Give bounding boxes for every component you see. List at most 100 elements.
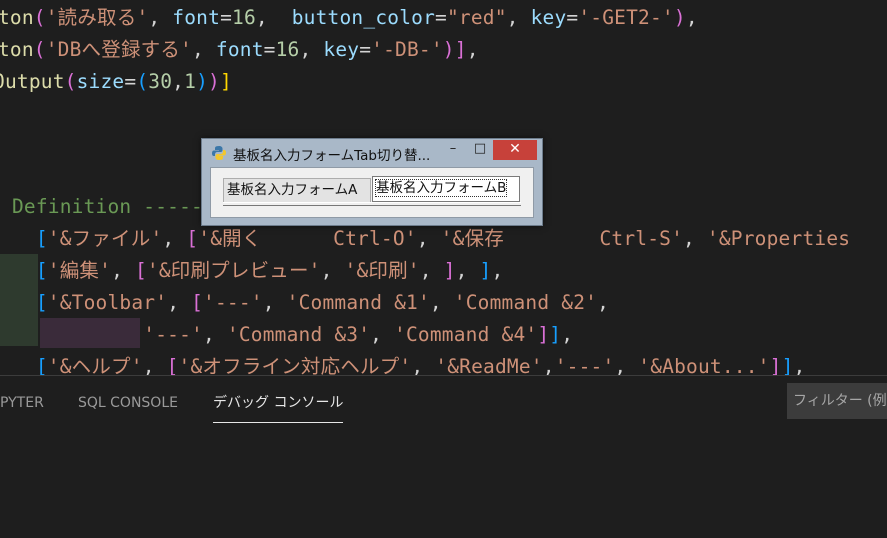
code-token: '&ファイル' (47, 227, 163, 250)
tab-sql-console[interactable]: SQL CONSOLE (78, 390, 178, 416)
tab-form-b[interactable]: 基板名入力フォームB (372, 176, 520, 202)
code-token: [ (191, 291, 204, 314)
code-token: 'Command &3' (226, 323, 371, 346)
code-token: ] (219, 70, 232, 93)
code-token: ] (769, 355, 782, 375)
code-token: '---' (203, 291, 263, 314)
window-titlebar[interactable]: 基板名入力フォームTab切り替... – □ ✕ (202, 139, 542, 167)
code-token: '&Properties (706, 227, 851, 250)
code-token: , (466, 38, 479, 61)
code-line: '---', 'Command &3', 'Command &4']], (0, 319, 573, 351)
code-token: font (215, 38, 264, 61)
code-line: tton('DBへ登録する', font=16, key='-DB-')], (0, 34, 479, 66)
code-token: , (167, 291, 192, 314)
tab-form-a[interactable]: 基板名入力フォームA (223, 178, 371, 202)
code-token: ) (208, 70, 220, 93)
minimize-button[interactable]: – (441, 140, 465, 160)
code-token: = (124, 70, 137, 93)
code-token: key (323, 38, 360, 61)
maximize-button[interactable]: □ (467, 140, 493, 160)
code-token: = (435, 6, 447, 29)
code-token: font (172, 6, 221, 29)
code-token: 'DBへ登録する' (45, 38, 192, 61)
code-token: , (162, 227, 187, 250)
code-line: ['&ファイル', ['&開く Ctrl-O', '&保存 Ctrl-S', '… (0, 223, 850, 255)
code-token: , (320, 259, 345, 282)
code-token: tton (0, 6, 34, 29)
code-token: ) (442, 38, 455, 61)
code-token: Definition ----- (11, 195, 203, 218)
code-token: , (491, 259, 504, 282)
code-token: [ (134, 259, 147, 282)
code-token: '&About...' (638, 355, 770, 375)
window-title: 基板名入力フォームTab切り替... (233, 148, 431, 164)
tab-debug-console[interactable]: デバッグ コンソール (213, 390, 344, 423)
code-token: [ (35, 227, 48, 250)
code-line: tton('読み取る', font=16, button_color="red"… (0, 2, 698, 34)
code-token: , (597, 291, 610, 314)
code-token: , (506, 6, 531, 29)
code-token: "red" (446, 6, 507, 29)
code-token: , (142, 355, 167, 375)
code-token: ) (673, 6, 686, 29)
code-token: , (416, 227, 441, 250)
code-token: '&オフライン対応ヘルプ' (178, 355, 412, 375)
code-token: [ (35, 355, 48, 375)
code-token: ( (136, 70, 149, 93)
code-token: = (359, 38, 372, 61)
code-token: size (76, 70, 125, 93)
code-token: '&ヘルプ' (47, 355, 143, 375)
code-token: ) (196, 70, 209, 93)
code-token: 'Command &1' (286, 291, 430, 314)
code-token: , (561, 323, 574, 346)
code-line: ['&ヘルプ', ['&オフライン対応ヘルプ', '&ReadMe','---'… (0, 351, 805, 375)
code-token: [ (186, 227, 199, 250)
code-token: = (566, 6, 579, 29)
code-token: button_color (291, 6, 436, 29)
tab-content-edge (223, 202, 521, 206)
code-token: '編集' (47, 259, 112, 282)
code-token: = (263, 38, 276, 61)
code-token: , (370, 323, 395, 346)
code-token: [ (166, 355, 179, 375)
code-token: Output (0, 70, 65, 93)
bottom-panel: PYTER SQL CONSOLE デバッグ コンソール (0, 375, 887, 538)
code-token: 'Command &4' (394, 323, 538, 346)
code-token: , (419, 259, 444, 282)
code-token: , (683, 227, 707, 250)
code-token: , (255, 6, 292, 29)
code-token: , (685, 6, 698, 29)
code-token: 1 (184, 70, 197, 93)
code-token: , (429, 291, 454, 314)
code-token: , (191, 38, 216, 61)
code-token: , (202, 323, 227, 346)
code-token: ] (443, 259, 456, 282)
code-token: , (455, 259, 480, 282)
code-token: 'Command &2' (453, 291, 598, 314)
code-token: ] (454, 38, 467, 61)
filter-input[interactable] (787, 383, 887, 419)
code-line: Definition ----- (0, 191, 203, 223)
code-token: 16 (275, 38, 300, 61)
code-token: = (220, 6, 233, 29)
code-token: , (614, 355, 639, 375)
code-token: , (793, 355, 806, 375)
code-token: '---' (554, 355, 615, 375)
code-token: '-DB-' (371, 38, 443, 61)
code-token: ] (549, 323, 562, 346)
code-token: [ (35, 291, 48, 314)
code-token: '---' (143, 323, 203, 346)
code-token: , (411, 355, 436, 375)
code-token: [ (35, 259, 48, 282)
code-token: '&印刷' (344, 259, 420, 282)
tab-jupyter[interactable]: PYTER (0, 390, 44, 416)
code-token: , (172, 70, 185, 93)
code-token: '&保存 Ctrl-S' (440, 227, 684, 250)
code-token: , (148, 6, 173, 29)
code-token: ( (64, 70, 77, 93)
code-token: tton (0, 38, 34, 61)
close-button[interactable]: ✕ (493, 140, 537, 160)
code-token: 16 (232, 6, 256, 29)
